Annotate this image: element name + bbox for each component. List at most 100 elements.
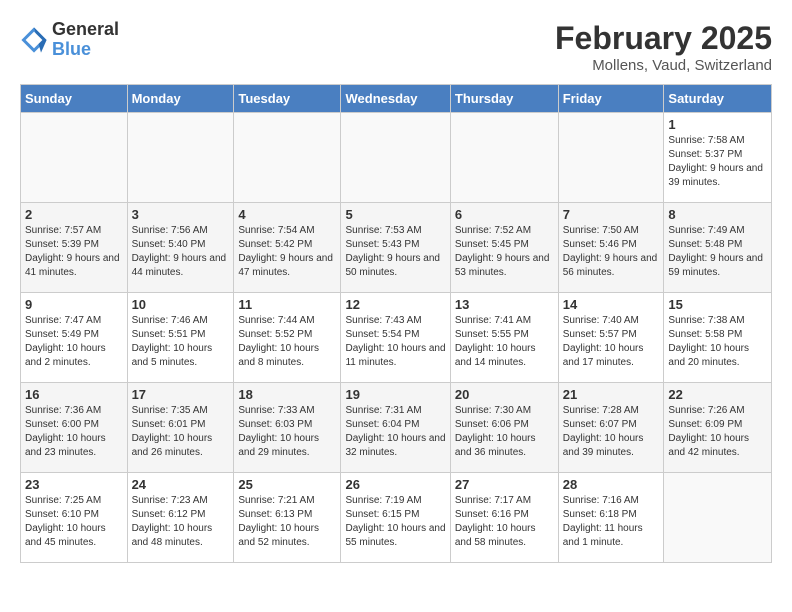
day-number: 1 [668, 117, 767, 132]
day-info: Sunrise: 7:25 AM Sunset: 6:10 PM Dayligh… [25, 494, 123, 550]
day-info: Sunrise: 7:57 AM Sunset: 5:39 PM Dayligh… [25, 224, 123, 280]
day-number: 4 [238, 207, 336, 222]
day-info: Sunrise: 7:16 AM Sunset: 6:18 PM Dayligh… [563, 494, 660, 550]
day-number: 6 [455, 207, 554, 222]
calendar-cell: 15 Sunrise: 7:38 AM Sunset: 5:58 PM Dayli… [664, 293, 772, 383]
calendar-cell: 26 Sunrise: 7:19 AM Sunset: 6:15 PM Dayli… [341, 473, 450, 563]
calendar-cell: 13 Sunrise: 7:41 AM Sunset: 5:55 PM Dayli… [450, 293, 558, 383]
day-info: Sunrise: 7:36 AM Sunset: 6:00 PM Dayligh… [25, 404, 123, 460]
weekday-header-sunday: Sunday [21, 85, 128, 113]
calendar-cell: 16 Sunrise: 7:36 AM Sunset: 6:00 PM Dayli… [21, 383, 128, 473]
calendar-cell: 9 Sunrise: 7:47 AM Sunset: 5:49 PM Daylig… [21, 293, 128, 383]
calendar-cell: 19 Sunrise: 7:31 AM Sunset: 6:04 PM Dayli… [341, 383, 450, 473]
day-number: 20 [455, 387, 554, 402]
calendar-cell [664, 473, 772, 563]
day-info: Sunrise: 7:41 AM Sunset: 5:55 PM Dayligh… [455, 314, 554, 370]
day-number: 2 [25, 207, 123, 222]
logo-icon [20, 26, 48, 54]
weekday-header-tuesday: Tuesday [234, 85, 341, 113]
calendar-cell [558, 113, 664, 203]
title-section: February 2025 Mollens, Vaud, Switzerland [555, 20, 772, 74]
day-number: 3 [132, 207, 230, 222]
calendar-cell: 24Sunrise: 7:23 AM Sunset: 6:12 PM Dayli… [127, 473, 234, 563]
day-info: Sunrise: 7:28 AM Sunset: 6:07 PM Dayligh… [563, 404, 660, 460]
day-number: 9 [25, 297, 123, 312]
week-row-4: 23Sunrise: 7:25 AM Sunset: 6:10 PM Dayli… [21, 473, 772, 563]
day-number: 17 [132, 387, 230, 402]
day-info: Sunrise: 7:40 AM Sunset: 5:57 PM Dayligh… [563, 314, 660, 370]
day-info: Sunrise: 7:52 AM Sunset: 5:45 PM Dayligh… [455, 224, 554, 280]
weekday-header-friday: Friday [558, 85, 664, 113]
calendar-cell: 22Sunrise: 7:26 AM Sunset: 6:09 PM Dayli… [664, 383, 772, 473]
calendar-cell: 18 Sunrise: 7:33 AM Sunset: 6:03 PM Dayli… [234, 383, 341, 473]
day-info: Sunrise: 7:17 AM Sunset: 6:16 PM Dayligh… [455, 494, 554, 550]
day-info: Sunrise: 7:46 AM Sunset: 5:51 PM Dayligh… [132, 314, 230, 370]
calendar-cell [234, 113, 341, 203]
calendar-table: SundayMondayTuesdayWednesdayThursdayFrid… [20, 84, 772, 563]
day-info: Sunrise: 7:56 AM Sunset: 5:40 PM Dayligh… [132, 224, 230, 280]
day-number: 5 [345, 207, 445, 222]
calendar-cell [21, 113, 128, 203]
day-number: 18 [238, 387, 336, 402]
calendar-cell: 10Sunrise: 7:46 AM Sunset: 5:51 PM Dayli… [127, 293, 234, 383]
week-row-3: 16 Sunrise: 7:36 AM Sunset: 6:00 PM Dayli… [21, 383, 772, 473]
logo-text: General Blue [52, 20, 119, 60]
week-row-2: 9 Sunrise: 7:47 AM Sunset: 5:49 PM Daylig… [21, 293, 772, 383]
weekday-header-row: SundayMondayTuesdayWednesdayThursdayFrid… [21, 85, 772, 113]
day-info: Sunrise: 7:21 AM Sunset: 6:13 PM Dayligh… [238, 494, 336, 550]
day-info: Sunrise: 7:54 AM Sunset: 5:42 PM Dayligh… [238, 224, 336, 280]
day-info: Sunrise: 7:31 AM Sunset: 6:04 PM Dayligh… [345, 404, 445, 460]
day-number: 28 [563, 477, 660, 492]
day-info: Sunrise: 7:50 AM Sunset: 5:46 PM Dayligh… [563, 224, 660, 280]
calendar-page: General Blue February 2025 Mollens, Vaud… [0, 0, 792, 583]
day-info: Sunrise: 7:19 AM Sunset: 6:15 PM Dayligh… [345, 494, 445, 550]
day-info: Sunrise: 7:30 AM Sunset: 6:06 PM Dayligh… [455, 404, 554, 460]
day-number: 7 [563, 207, 660, 222]
day-info: Sunrise: 7:33 AM Sunset: 6:03 PM Dayligh… [238, 404, 336, 460]
calendar-cell: 20 Sunrise: 7:30 AM Sunset: 6:06 PM Dayli… [450, 383, 558, 473]
day-info: Sunrise: 7:44 AM Sunset: 5:52 PM Dayligh… [238, 314, 336, 370]
header: General Blue February 2025 Mollens, Vaud… [20, 20, 772, 74]
day-info: Sunrise: 7:38 AM Sunset: 5:58 PM Dayligh… [668, 314, 767, 370]
day-number: 26 [345, 477, 445, 492]
day-info: Sunrise: 7:35 AM Sunset: 6:01 PM Dayligh… [132, 404, 230, 460]
logo: General Blue [20, 20, 119, 60]
day-number: 27 [455, 477, 554, 492]
weekday-header-monday: Monday [127, 85, 234, 113]
calendar-cell: 4 Sunrise: 7:54 AM Sunset: 5:42 PM Daylig… [234, 203, 341, 293]
day-number: 22 [668, 387, 767, 402]
day-number: 16 [25, 387, 123, 402]
day-number: 8 [668, 207, 767, 222]
calendar-cell: 27 Sunrise: 7:17 AM Sunset: 6:16 PM Dayli… [450, 473, 558, 563]
day-info: Sunrise: 7:47 AM Sunset: 5:49 PM Dayligh… [25, 314, 123, 370]
day-number: 15 [668, 297, 767, 312]
calendar-cell: 8 Sunrise: 7:49 AM Sunset: 5:48 PM Daylig… [664, 203, 772, 293]
calendar-cell: 25 Sunrise: 7:21 AM Sunset: 6:13 PM Dayli… [234, 473, 341, 563]
calendar-cell [127, 113, 234, 203]
calendar-cell [341, 113, 450, 203]
month-title: February 2025 [555, 20, 772, 57]
calendar-cell: 14Sunrise: 7:40 AM Sunset: 5:57 PM Dayli… [558, 293, 664, 383]
calendar-cell: 1 Sunrise: 7:58 AM Sunset: 5:37 PM Daylig… [664, 113, 772, 203]
calendar-cell: 12 Sunrise: 7:43 AM Sunset: 5:54 PM Dayli… [341, 293, 450, 383]
day-info: Sunrise: 7:49 AM Sunset: 5:48 PM Dayligh… [668, 224, 767, 280]
day-number: 13 [455, 297, 554, 312]
calendar-cell: 23Sunrise: 7:25 AM Sunset: 6:10 PM Dayli… [21, 473, 128, 563]
calendar-cell: 21Sunrise: 7:28 AM Sunset: 6:07 PM Dayli… [558, 383, 664, 473]
day-info: Sunrise: 7:23 AM Sunset: 6:12 PM Dayligh… [132, 494, 230, 550]
calendar-cell: 3 Sunrise: 7:56 AM Sunset: 5:40 PM Daylig… [127, 203, 234, 293]
day-number: 19 [345, 387, 445, 402]
day-info: Sunrise: 7:53 AM Sunset: 5:43 PM Dayligh… [345, 224, 445, 280]
calendar-cell: 5 Sunrise: 7:53 AM Sunset: 5:43 PM Daylig… [341, 203, 450, 293]
calendar-cell: 28 Sunrise: 7:16 AM Sunset: 6:18 PM Dayli… [558, 473, 664, 563]
calendar-cell [450, 113, 558, 203]
day-number: 11 [238, 297, 336, 312]
calendar-cell: 2 Sunrise: 7:57 AM Sunset: 5:39 PM Daylig… [21, 203, 128, 293]
day-info: Sunrise: 7:58 AM Sunset: 5:37 PM Dayligh… [668, 134, 767, 190]
calendar-cell: 7 Sunrise: 7:50 AM Sunset: 5:46 PM Daylig… [558, 203, 664, 293]
day-number: 25 [238, 477, 336, 492]
day-info: Sunrise: 7:43 AM Sunset: 5:54 PM Dayligh… [345, 314, 445, 370]
weekday-header-wednesday: Wednesday [341, 85, 450, 113]
day-number: 12 [345, 297, 445, 312]
weekday-header-saturday: Saturday [664, 85, 772, 113]
